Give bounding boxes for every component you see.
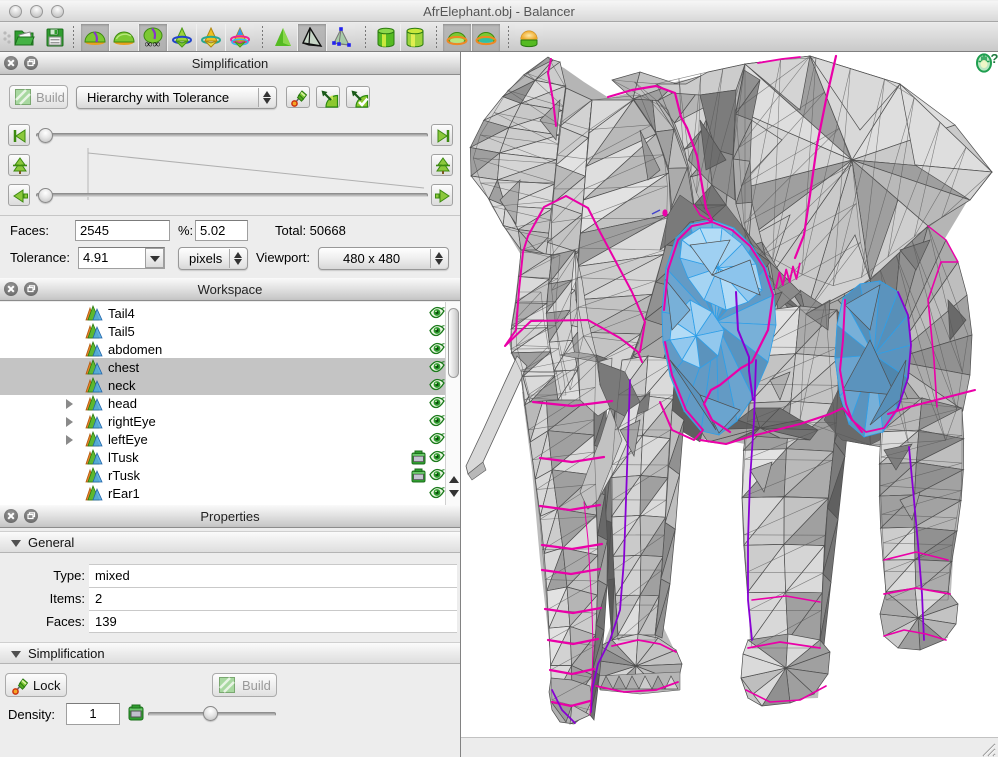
svg-text:∞∞: ∞∞ xyxy=(145,39,161,49)
svg-text:?: ? xyxy=(991,52,998,66)
